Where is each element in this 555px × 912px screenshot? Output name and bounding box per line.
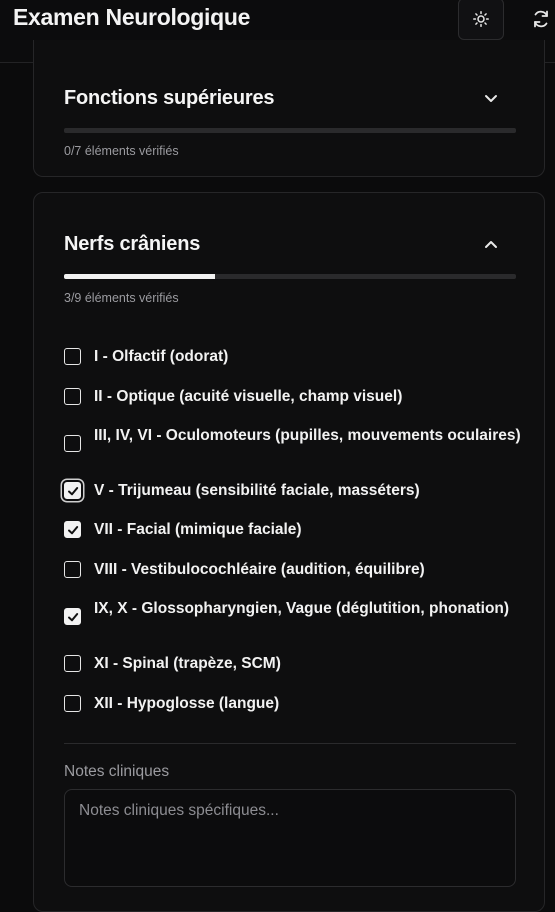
checkbox[interactable] <box>64 521 81 538</box>
section-progress-bar <box>64 274 516 279</box>
checkbox[interactable] <box>64 695 81 712</box>
checklist-item-label: V - Trijumeau (sensibilité faciale, mass… <box>94 482 420 499</box>
section-nerfs-craniens: Nerfs crâniens 3/9 éléments vérifiés I -… <box>33 192 545 912</box>
section-count: 0/7 éléments vérifiés <box>64 144 179 158</box>
checklist-item[interactable]: V - Trijumeau (sensibilité faciale, mass… <box>64 482 524 499</box>
section-count: 3/9 éléments vérifiés <box>64 291 179 305</box>
checkbox[interactable] <box>64 388 81 405</box>
notes-label: Notes cliniques <box>64 763 170 780</box>
notes-textarea[interactable] <box>64 789 516 887</box>
chevron-up-icon[interactable] <box>482 236 500 254</box>
checklist-item-label: I - Olfactif (odorat) <box>94 348 229 365</box>
section-progress-bar <box>64 128 516 133</box>
checklist-item-label: XII - Hypoglosse (langue) <box>94 695 280 712</box>
checkbox[interactable] <box>64 482 81 499</box>
chevron-down-icon[interactable] <box>482 89 500 107</box>
refresh-button[interactable] <box>526 4 555 34</box>
checklist-item-label: VII - Facial (mimique faciale) <box>94 521 302 538</box>
theme-toggle-button[interactable] <box>458 0 504 40</box>
checklist-item[interactable]: VIII - Vestibulocochléaire (audition, éq… <box>64 561 524 578</box>
checkbox[interactable] <box>64 348 81 365</box>
progress-fill <box>64 274 215 279</box>
checkbox[interactable] <box>64 608 81 625</box>
checkbox[interactable] <box>64 561 81 578</box>
checklist-item-label: III, IV, VI - Oculomoteurs (pupilles, mo… <box>94 427 521 444</box>
divider <box>64 743 516 744</box>
check-icon <box>67 486 78 495</box>
checklist-item[interactable]: VII - Facial (mimique faciale) <box>64 521 524 538</box>
checklist-item[interactable]: IX, X - Glossopharyngien, Vague (dégluti… <box>64 600 524 625</box>
checkbox[interactable] <box>64 655 81 672</box>
checkbox[interactable] <box>64 435 81 452</box>
refresh-icon <box>534 10 548 28</box>
section-title[interactable]: Fonctions supérieures <box>64 87 274 110</box>
checklist-item-label: XI - Spinal (trapèze, SCM) <box>94 655 281 672</box>
checklist-item[interactable]: I - Olfactif (odorat) <box>64 348 524 365</box>
checklist-item-label: II - Optique (acuité visuelle, champ vis… <box>94 388 403 405</box>
check-icon <box>67 612 78 621</box>
checklist-item[interactable]: XII - Hypoglosse (langue) <box>64 695 524 712</box>
checklist-item[interactable]: III, IV, VI - Oculomoteurs (pupilles, mo… <box>64 427 524 452</box>
checklist-item[interactable]: XI - Spinal (trapèze, SCM) <box>64 655 524 672</box>
checklist-item[interactable]: II - Optique (acuité visuelle, champ vis… <box>64 388 524 405</box>
sun-icon <box>473 11 489 27</box>
section-fonctions-superieures: Fonctions supérieures 0/7 éléments vérif… <box>33 40 545 177</box>
checklist-item-label: IX, X - Glossopharyngien, Vague (dégluti… <box>94 600 510 617</box>
checklist-item-label: VIII - Vestibulocochléaire (audition, éq… <box>94 561 425 578</box>
page-title: Examen Neurologique <box>13 4 251 30</box>
section-title[interactable]: Nerfs crâniens <box>64 233 200 256</box>
check-icon <box>67 525 78 534</box>
